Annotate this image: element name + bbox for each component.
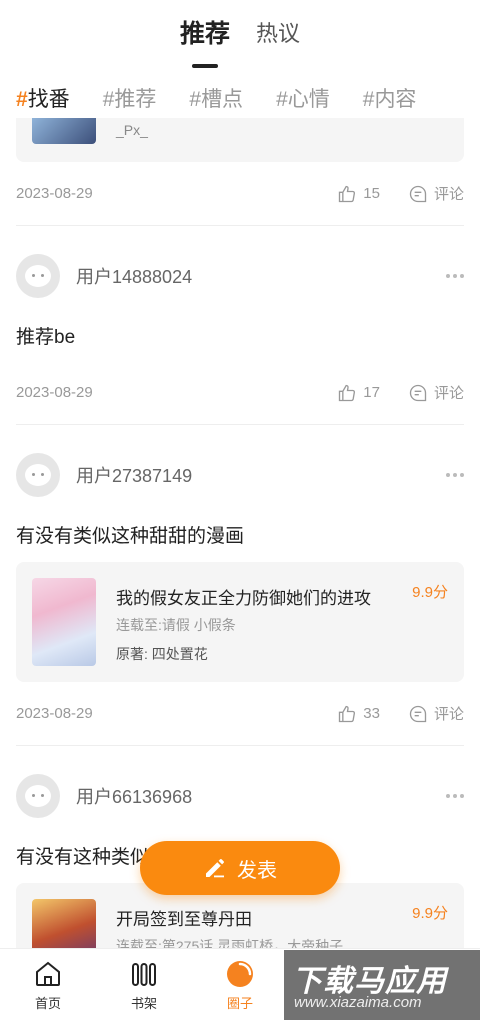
watermark: 下载马应用 www.xiazaima.com	[284, 950, 480, 1020]
post-date: 2023-08-29	[16, 384, 93, 401]
comic-cover	[32, 899, 96, 948]
tag-recommend[interactable]: #推荐	[103, 83, 157, 113]
top-tab-bar: 推荐 热议	[0, 0, 480, 70]
comic-card[interactable]: 我的假女友正全力防御她们的进攻 9.9分 连载至:请假 小假条 原著: 四处置花	[16, 562, 464, 682]
tag-hash: #	[16, 88, 28, 111]
comment-icon	[409, 705, 427, 722]
thumbs-up-icon	[339, 384, 356, 401]
tag-hash: #	[189, 88, 202, 111]
post-text: 有没有类似这种甜甜的漫画	[16, 526, 245, 547]
comic-cover	[32, 578, 96, 666]
comment-label: 评论	[433, 186, 464, 203]
thumbs-up-icon	[339, 185, 356, 202]
tag-label: 推荐	[114, 88, 157, 111]
post-header: 用户14888024	[16, 226, 464, 304]
more-options-icon[interactable]	[446, 794, 464, 798]
comic-progress: 连载至:第275话 灵雨虹桥，大帝种子	[116, 938, 344, 948]
comic-card-text: _Px_	[116, 122, 148, 138]
post-footer: 2023-08-29 15 评论	[16, 162, 464, 226]
avatar[interactable]	[16, 254, 60, 298]
post-date: 2023-08-29	[16, 705, 93, 722]
tab-hot-discussion[interactable]: 热议	[256, 16, 300, 54]
comic-title: 我的假女友正全力防御她们的进攻	[116, 589, 371, 608]
tag-label: 找番	[27, 88, 70, 111]
username[interactable]: 用户27387149	[76, 462, 446, 488]
comment-button[interactable]: 评论	[408, 183, 464, 204]
tag-label: 内容	[374, 88, 417, 111]
tag-label: 心情	[287, 88, 330, 111]
tag-content[interactable]: #内容	[363, 83, 417, 113]
avatar[interactable]	[16, 453, 60, 497]
comic-card[interactable]: _Px_	[16, 118, 464, 162]
tag-complaints[interactable]: #槽点	[189, 83, 243, 113]
home-icon	[36, 961, 60, 986]
like-count: 17	[363, 384, 380, 401]
tag-mood[interactable]: #心情	[276, 83, 330, 113]
nav-label: 圈子	[226, 996, 253, 1011]
post-footer: 2023-08-29 17 评论	[16, 361, 464, 425]
publish-button[interactable]: 发表	[140, 841, 340, 895]
more-options-icon[interactable]	[446, 274, 464, 278]
nav-label: 书架	[130, 996, 157, 1011]
post-feed[interactable]: _Px_ 2023-08-29 15 评论 用户14888024 推荐be 20…	[0, 118, 480, 948]
post-item[interactable]: 用户14888024 推荐be	[0, 226, 480, 361]
post-header: 用户66136968	[16, 746, 464, 824]
nav-bookshelf[interactable]: 书架	[96, 949, 192, 1020]
thumbs-up-icon	[339, 705, 356, 722]
comic-author: 原著: 四处置花	[116, 646, 208, 662]
like-button[interactable]: 33	[337, 704, 380, 724]
comic-score: 9.9分	[412, 905, 448, 922]
post-header: 用户27387149	[16, 425, 464, 503]
comic-title: 开局签到至尊丹田	[116, 910, 252, 929]
comic-cover	[32, 118, 96, 144]
comment-icon	[409, 384, 427, 401]
comment-button[interactable]: 评论	[408, 703, 464, 724]
like-count: 15	[363, 185, 380, 202]
bookshelf-icon	[132, 963, 156, 986]
nav-circle[interactable]: 圈子	[192, 949, 288, 1020]
avatar[interactable]	[16, 774, 60, 818]
comic-progress: 连载至:请假 小假条	[116, 617, 236, 633]
comment-icon	[409, 185, 427, 202]
comic-score: 9.9分	[412, 584, 448, 601]
publish-label: 发表	[237, 859, 277, 882]
post-text: 推荐be	[16, 327, 76, 348]
username[interactable]: 用户66136968	[76, 783, 446, 809]
tag-hash: #	[362, 88, 375, 111]
post-footer: 2023-08-29 33 评论	[16, 682, 464, 746]
post-item[interactable]: 用户27387149 有没有类似这种甜甜的漫画 我的假女友正全力防御她们的进攻 …	[0, 425, 480, 682]
tag-hash: #	[276, 88, 288, 111]
like-button[interactable]: 17	[337, 383, 380, 403]
like-button[interactable]: 15	[337, 184, 380, 204]
username[interactable]: 用户14888024	[76, 263, 446, 289]
more-options-icon[interactable]	[446, 473, 464, 477]
tab-recommend[interactable]: 推荐	[180, 14, 230, 56]
topic-tag-bar: #找番 #推荐 #槽点 #心情 #内容	[0, 78, 480, 118]
pencil-icon	[206, 859, 224, 878]
comment-label: 评论	[433, 385, 464, 402]
post-date: 2023-08-29	[16, 185, 93, 202]
comment-button[interactable]: 评论	[408, 382, 464, 403]
like-count: 33	[363, 705, 380, 722]
tag-hash: #	[102, 88, 115, 111]
tag-find-anime[interactable]: #找番	[16, 83, 70, 113]
comment-label: 评论	[433, 706, 464, 723]
circle-icon	[227, 961, 253, 987]
watermark-url: www.xiazaima.com	[294, 994, 422, 1011]
tag-label: 槽点	[201, 88, 244, 111]
nav-home[interactable]: 首页	[0, 949, 96, 1020]
nav-label: 首页	[34, 996, 61, 1011]
